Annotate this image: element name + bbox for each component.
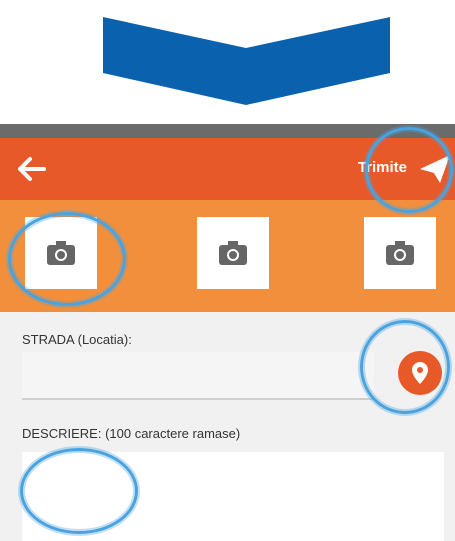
camera-icon xyxy=(219,241,247,265)
street-label: STRADA (Locatia): xyxy=(22,332,132,347)
annotation-circle xyxy=(8,212,126,306)
annotation-circle xyxy=(360,320,450,414)
down-arrow-icon xyxy=(103,17,390,105)
street-input[interactable] xyxy=(22,352,374,400)
description-label: DESCRIERE: (100 caractere ramase) xyxy=(22,426,241,441)
annotation-circle xyxy=(20,448,138,534)
back-arrow-icon[interactable] xyxy=(12,153,48,185)
photo-slot-2[interactable] xyxy=(197,217,269,289)
annotation-circle xyxy=(365,127,453,213)
camera-icon xyxy=(386,241,414,265)
photo-slot-3[interactable] xyxy=(364,217,436,289)
